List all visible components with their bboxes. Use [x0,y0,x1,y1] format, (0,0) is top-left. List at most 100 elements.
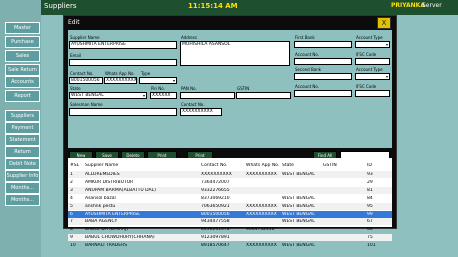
cell-contact-no: 8436261478 [201,227,230,233]
ifsc-field[interactable] [355,58,390,65]
pan-field[interactable] [180,92,235,99]
nav-months-2[interactable]: Months... [5,194,40,206]
table-row[interactable]: 3 ANUPAM BARMA(ALBATTU DAL) 9332276655 81 [68,186,392,194]
cell-id: 99 [367,211,373,217]
nav-return[interactable]: Return [5,146,40,158]
email-field[interactable] [69,59,177,66]
server-label: Server [422,2,442,9]
table-row[interactable]: 9 BABUL CHOWDHURY(CHHANA) 9123097891 75 [68,234,392,242]
table-row[interactable]: 1 ALLOREMEDIES XXXXXXXXXX XXXXXXXXXX WEST BE… [68,171,392,178]
cell-whats-app: XXXXXXXXXX [246,243,277,249]
state-select[interactable]: WEST BENGAL ▾ [69,92,147,99]
second-bank-field[interactable] [294,73,352,80]
cell-supplier-name: AMKUR DISTRIBUTOR [85,179,134,185]
nav-sale-return[interactable]: Sale Return [5,64,40,76]
salesman-contact-field[interactable]: XXXXXXXXXX [180,108,222,116]
cell-whats-app: XXXXXXXXXX [246,172,277,177]
label-pin: Pin No. [151,86,165,91]
contact-no-field[interactable]: 8001500056 [69,77,103,84]
label-email: Email [70,53,82,58]
cell-state: WEST BENGAL [282,243,315,249]
cell-supplier-name: Asansol bazar [85,195,117,201]
label-account-type-2: Account Type [356,67,383,72]
cell-whats-app: XXXXXXXXXX [246,203,277,209]
chevron-down-icon: ▾ [172,78,175,83]
nav-debit-note[interactable]: Debit Note [5,158,40,170]
label-gstin: GSTIN [237,86,250,91]
cell-supplier-name: ALLOREMEDIES [85,172,120,177]
table-row[interactable]: 10 BARNALI TRADERS 8918570647 XXXXXXXXXX WES… [68,242,392,249]
close-button[interactable]: X [377,17,391,29]
cell-supplier-name: anshnk pestu [85,203,116,209]
ifsc-2-field[interactable] [355,90,390,97]
col-sl: #SL [70,163,80,168]
cell-sl: 10 [70,243,76,249]
cell-supplier-name: BABA AGENCY [85,219,118,225]
label-whats-app: Whats App No. [105,71,135,76]
cell-state: WEST BENGAL [282,211,315,217]
cell-id: 84 [367,195,373,201]
cell-id: 81 [367,187,373,193]
table-row[interactable]: 5 anshnk pestu 7063650921 XXXXXXXXXX WEST BE… [68,202,392,210]
nav-suppliers[interactable]: Suppliers [5,110,40,122]
account-no-2-field[interactable] [294,90,352,97]
label-salesman: Salesman Name [70,102,103,107]
address-field[interactable]: MOHISHILA ASANSOL [180,41,290,66]
table-row[interactable]: 8 BABLU DA (DHIRAJ) 8436261478 9064752418 66 [68,226,392,233]
first-bank-field[interactable] [294,41,352,48]
nav-statement[interactable]: Statement [5,134,40,146]
gstin-field[interactable] [236,92,291,99]
chevron-down-icon: ▾ [385,42,388,47]
nav-months-1[interactable]: Months... [5,182,40,194]
label-ifsc-2: IFSC Code [356,84,377,89]
salesman-field[interactable] [69,108,177,116]
nav-payment[interactable]: Payment [5,122,40,134]
cell-state: WEST BENGAL [282,195,315,201]
cell-contact-no: 7364472007 [201,179,230,185]
nav-supplier-info[interactable]: Supplier Info [5,170,40,182]
cell-id: 29 [367,179,373,185]
cell-contact-no: 8001500056 [201,211,230,217]
nav-master[interactable]: Master [5,22,40,34]
cell-whats-app: XXXXXXXXXX [246,211,277,217]
account-type-2-select[interactable]: ▾ [355,73,390,80]
cell-sl: 1 [70,172,73,177]
cell-sl: 4 [70,195,73,201]
cell-supplier-name: ANUPAM BARMA(ALBATTU DAL) [85,187,156,193]
table-row[interactable]: 4 Asansol bazar 8373069210 WEST BENGAL 84 [68,195,392,202]
account-type-select[interactable]: ▾ [355,41,390,48]
table-row[interactable]: 6 AYUSHMITA ENTERPRISE 8001500056 XXXXXXXXX… [68,210,392,218]
clock: 11:15:14 AM [188,2,238,10]
cell-sl: 8 [70,227,73,233]
cell-id: 67 [367,219,373,225]
cell-contact-no: 8373069210 [201,195,230,201]
label-account-no: Account No. [295,52,320,57]
col-whats-app: Whats App No. [246,163,280,168]
supplier-name-field[interactable]: AYUSHMITA ENTERPRISE [69,41,177,49]
type-select[interactable]: ▾ [139,77,177,84]
nav-sales[interactable]: Sales [5,50,40,62]
whats-app-field[interactable]: XXXXXXXXXX [104,77,137,84]
nav-purchase[interactable]: Purchase [5,36,40,48]
cell-id: 95 [367,203,373,209]
col-gstin: GSTIN [323,163,337,168]
cell-contact-no: 7063650921 [201,203,230,209]
pin-field[interactable]: XXXXXX [150,92,177,99]
label-state: State [70,86,81,91]
nav-accounts[interactable]: Accounts [5,76,40,88]
cell-sl: 6 [70,211,73,217]
cell-contact-no: 9434477558 [201,219,230,225]
nav-report[interactable]: Report [5,90,40,102]
table-row[interactable]: 7 BABA AGENCY 9434477558 WEST BENGAL 67 [68,218,392,226]
chevron-down-icon: ▾ [142,93,145,98]
table-header: #SL Supplier Name Contact No. Whats App … [68,161,392,170]
label-second-bank: Second Bank [295,67,322,72]
cell-sl: 9 [70,235,73,241]
col-id: ID [367,163,372,168]
table-row[interactable]: 2 AMKUR DISTRIBUTOR 7364472007 29 [68,179,392,186]
col-state: State [282,163,294,168]
label-address: Address [181,35,197,40]
label-pan: PAN No. [181,86,197,91]
account-no-field[interactable] [294,58,352,65]
col-supplier-name: Supplier Name [85,163,119,168]
